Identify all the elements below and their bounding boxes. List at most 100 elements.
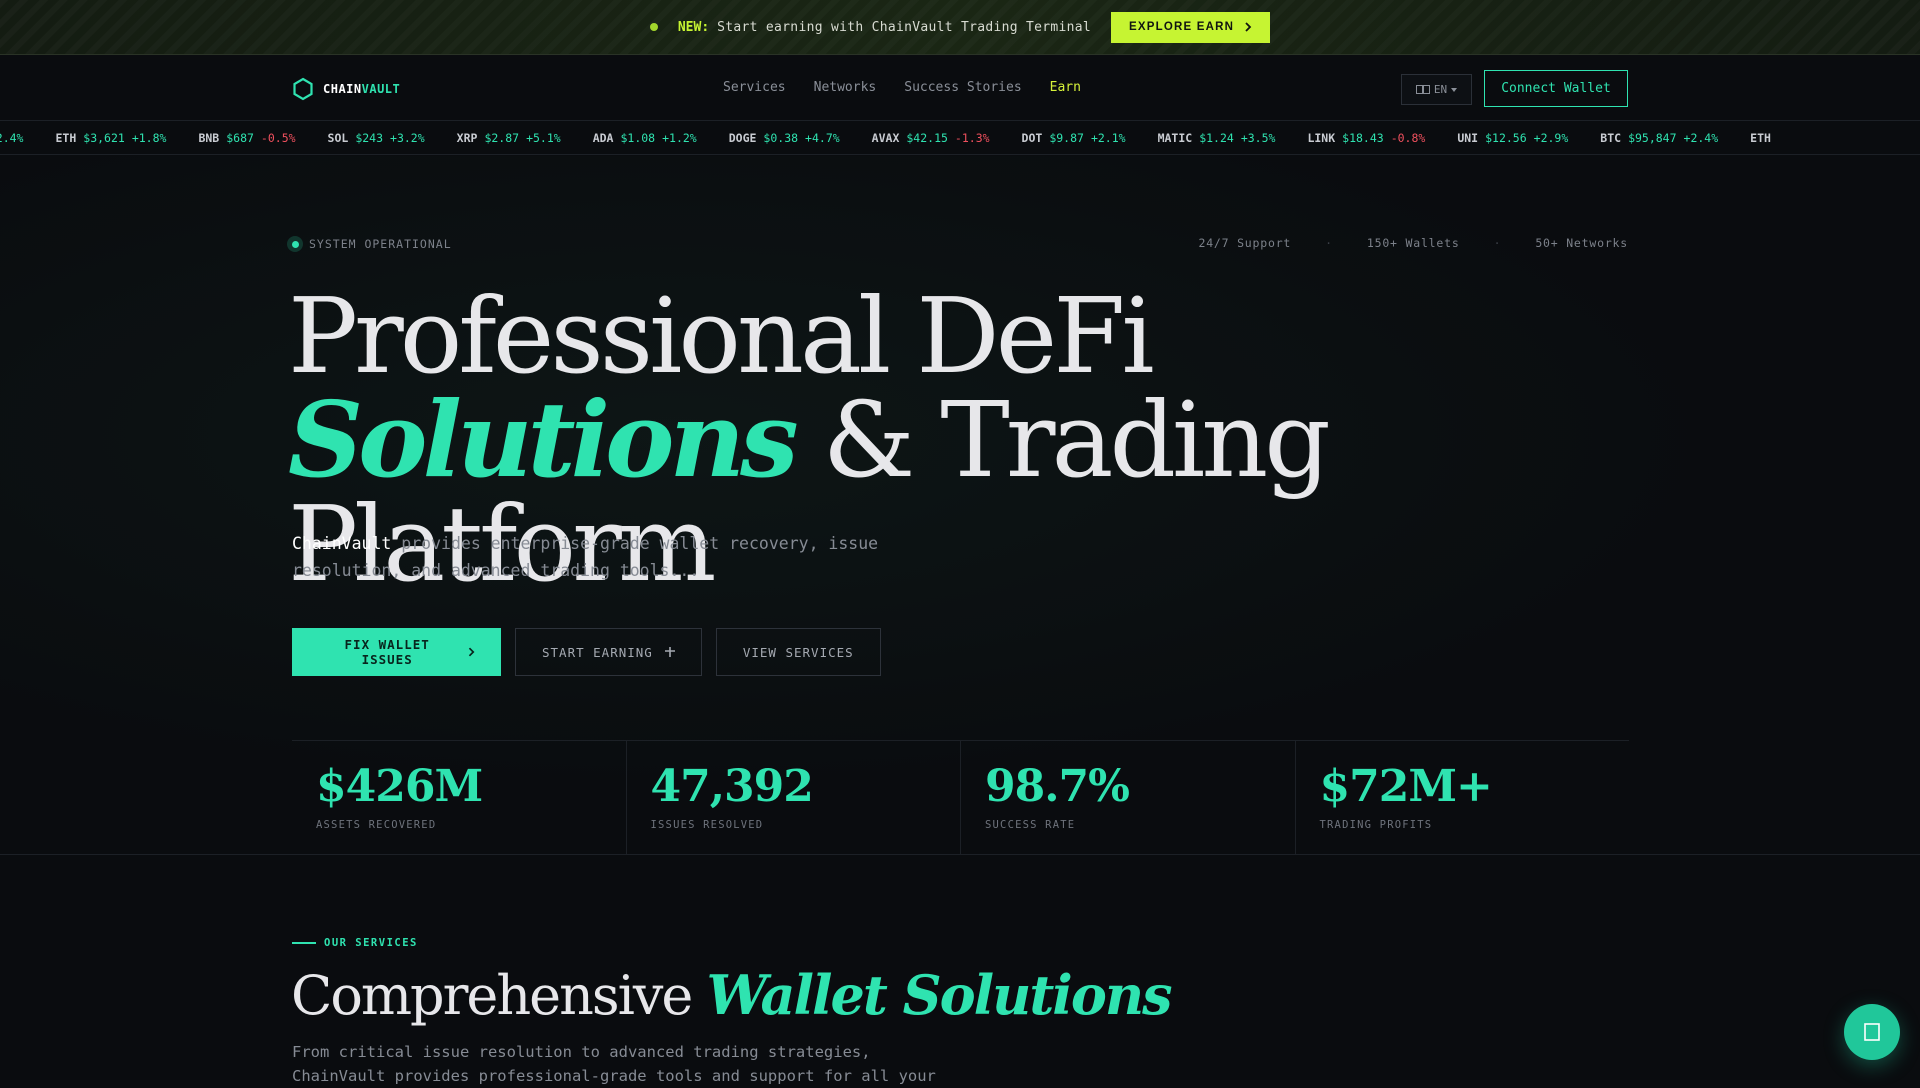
fix-wallet-issues-label: FIX WALLET ISSUES xyxy=(344,637,430,667)
ticker-track: 47+2.4% ETH $3,621 +1.8% BNB $687 -0.5% SOL $243… xyxy=(0,131,1771,145)
chat-icon xyxy=(1864,1023,1880,1041)
services-title-part1: Comprehensive xyxy=(291,964,707,1027)
ticker-change: +2.9% xyxy=(1533,131,1569,145)
ticker-symbol: XRP xyxy=(456,131,478,145)
chevron-right-icon xyxy=(1245,22,1252,32)
meta-wallets: 150+ Wallets xyxy=(1366,236,1460,250)
ticker-item: 47+2.4% xyxy=(0,131,23,145)
view-services-button[interactable]: VIEW SERVICES xyxy=(715,628,881,676)
hexagon-icon xyxy=(293,77,313,101)
ticker-price: $243 xyxy=(355,131,384,145)
ticker-symbol: ETH xyxy=(1750,131,1771,145)
announcement-bar: NEW: Start earning with ChainVault Tradi… xyxy=(0,0,1920,55)
services-title: Comprehensive Wallet Solutions xyxy=(291,962,1173,1029)
ticker-change: +5.1% xyxy=(526,131,561,145)
ticker-symbol: BNB xyxy=(198,131,220,145)
ticker-symbol: AVAX xyxy=(871,131,900,145)
ticker-change: +4.7% xyxy=(805,131,840,145)
ticker-symbol: ADA xyxy=(592,131,614,145)
explore-earn-button[interactable]: EXPLORE EARN xyxy=(1111,11,1271,43)
start-earning-label: START EARNING xyxy=(542,644,653,660)
meta-separator: · xyxy=(1325,236,1333,250)
ticker-price: $1.08 xyxy=(620,131,656,145)
connect-wallet-button[interactable]: Connect Wallet xyxy=(1484,70,1628,107)
ticker-item: MATIC $1.24 +3.5% xyxy=(1158,131,1276,145)
ticker-price: $42.15 xyxy=(906,131,948,145)
language-label: EN xyxy=(1433,83,1448,96)
nav-link-networks[interactable]: Networks xyxy=(814,80,877,95)
ticker-change: +3.2% xyxy=(390,131,425,145)
ticker-price: $3,621 xyxy=(83,131,125,145)
ticker-price: $1.24 xyxy=(1199,131,1234,145)
live-dot-icon xyxy=(649,23,658,31)
stats-grid: $426M ASSETS RECOVERED 47,392 ISSUES RES… xyxy=(292,740,1629,855)
stat-issues-resolved: 47,392 ISSUES RESOLVED xyxy=(627,741,961,855)
chevron-down-icon xyxy=(1451,87,1458,92)
ticker-symbol: ETH xyxy=(55,131,77,145)
ticker-change: +2.4% xyxy=(0,131,24,145)
ticker-item: ETH xyxy=(1750,131,1771,145)
start-earning-button[interactable]: START EARNING xyxy=(515,628,702,676)
ticker-symbol: UNI xyxy=(1457,131,1479,145)
ticker-change: +1.8% xyxy=(131,131,167,145)
ticker-price: $95,847 xyxy=(1628,131,1677,145)
ticker-change: -1.3% xyxy=(954,131,990,145)
price-ticker: 47+2.4% ETH $3,621 +1.8% BNB $687 -0.5% SOL $243… xyxy=(0,122,1920,155)
ticker-price: $12.56 xyxy=(1485,131,1527,145)
stat-value: 98.7% xyxy=(985,761,1130,812)
hero-meta: 24/7 Support · 150+ Wallets · 50+ Networ… xyxy=(1198,236,1628,250)
ticker-change: -0.8% xyxy=(1390,131,1426,145)
ticker-symbol: DOT xyxy=(1021,131,1043,145)
ticker-item: DOT $9.87 +2.1% xyxy=(1022,131,1126,145)
ticker-change: +1.2% xyxy=(662,131,697,145)
nav-link-success-stories[interactable]: Success Stories xyxy=(904,80,1021,95)
system-status-label: SYSTEM OPERATIONAL xyxy=(309,237,452,251)
lead-brand: ChainVault xyxy=(292,534,392,553)
language-selector[interactable]: EN xyxy=(1401,74,1472,105)
nav-link-earn[interactable]: Earn xyxy=(1050,80,1081,95)
ticker-price: $687 xyxy=(226,131,254,145)
meta-separator: · xyxy=(1493,236,1502,250)
services-eyebrow: OUR SERVICES xyxy=(292,937,418,949)
hero-cta-row: FIX WALLET ISSUES START EARNING VIEW SER… xyxy=(292,628,881,676)
ticker-item: XRP $2.87 +5.1% xyxy=(457,131,561,145)
stat-value: 47,392 xyxy=(650,761,814,812)
eyebrow-line xyxy=(292,942,316,944)
flag-icon xyxy=(1415,85,1430,94)
logo-secondary: VAULT xyxy=(361,82,401,96)
stat-label: ASSETS RECOVERED xyxy=(316,819,437,831)
ticker-change: +2.4% xyxy=(1683,131,1719,145)
ticker-change: -0.5% xyxy=(260,131,296,145)
nav-links: Services Networks Success Stories Earn xyxy=(723,80,1081,95)
logo-primary: CHAIN xyxy=(323,82,362,96)
ticker-item: UNI $12.56 +2.9% xyxy=(1457,131,1568,145)
chat-button[interactable] xyxy=(1844,1004,1900,1060)
ticker-item: ADA $1.08 +1.2% xyxy=(593,131,697,145)
meta-networks: 50+ Networks xyxy=(1535,236,1628,250)
ticker-symbol: MATIC xyxy=(1157,131,1193,145)
announcement-message: Start earning with ChainVault Trading Te… xyxy=(717,19,1091,35)
logo[interactable]: CHAINVAULT xyxy=(291,77,400,101)
stat-label: TRADING PROFITS xyxy=(1319,819,1433,831)
hero-lead: ChainVault provides enterprise-grade wal… xyxy=(292,530,932,584)
nav-link-services[interactable]: Services xyxy=(723,80,786,95)
ticker-item: BNB $687 -0.5% xyxy=(198,131,295,145)
stat-assets-recovered: $426M ASSETS RECOVERED xyxy=(292,741,627,855)
ticker-symbol: DOGE xyxy=(728,131,757,145)
meta-support: 24/7 Support xyxy=(1198,236,1292,250)
stat-value: $72M+ xyxy=(1319,761,1493,812)
services-eyebrow-label: OUR SERVICES xyxy=(324,937,418,949)
ticker-symbol: BTC xyxy=(1600,131,1622,145)
stats-band: $426M ASSETS RECOVERED 47,392 ISSUES RES… xyxy=(0,740,1920,855)
stat-trading-profits: $72M+ TRADING PROFITS xyxy=(1296,741,1630,855)
services-subtitle: From critical issue resolution to advanc… xyxy=(292,1043,936,1085)
view-services-label: VIEW SERVICES xyxy=(742,644,854,660)
ticker-price: $9.87 xyxy=(1049,131,1084,145)
ticker-symbol: LINK xyxy=(1307,131,1336,145)
ticker-item: AVAX $42.15 -1.3% xyxy=(872,131,990,145)
ticker-item: DOGE $0.38 +4.7% xyxy=(729,131,840,145)
fix-wallet-issues-button[interactable]: FIX WALLET ISSUES xyxy=(292,628,501,676)
chevron-right-icon xyxy=(469,647,475,657)
stat-value: $426M xyxy=(316,761,483,812)
ticker-symbol: SOL xyxy=(327,131,349,145)
